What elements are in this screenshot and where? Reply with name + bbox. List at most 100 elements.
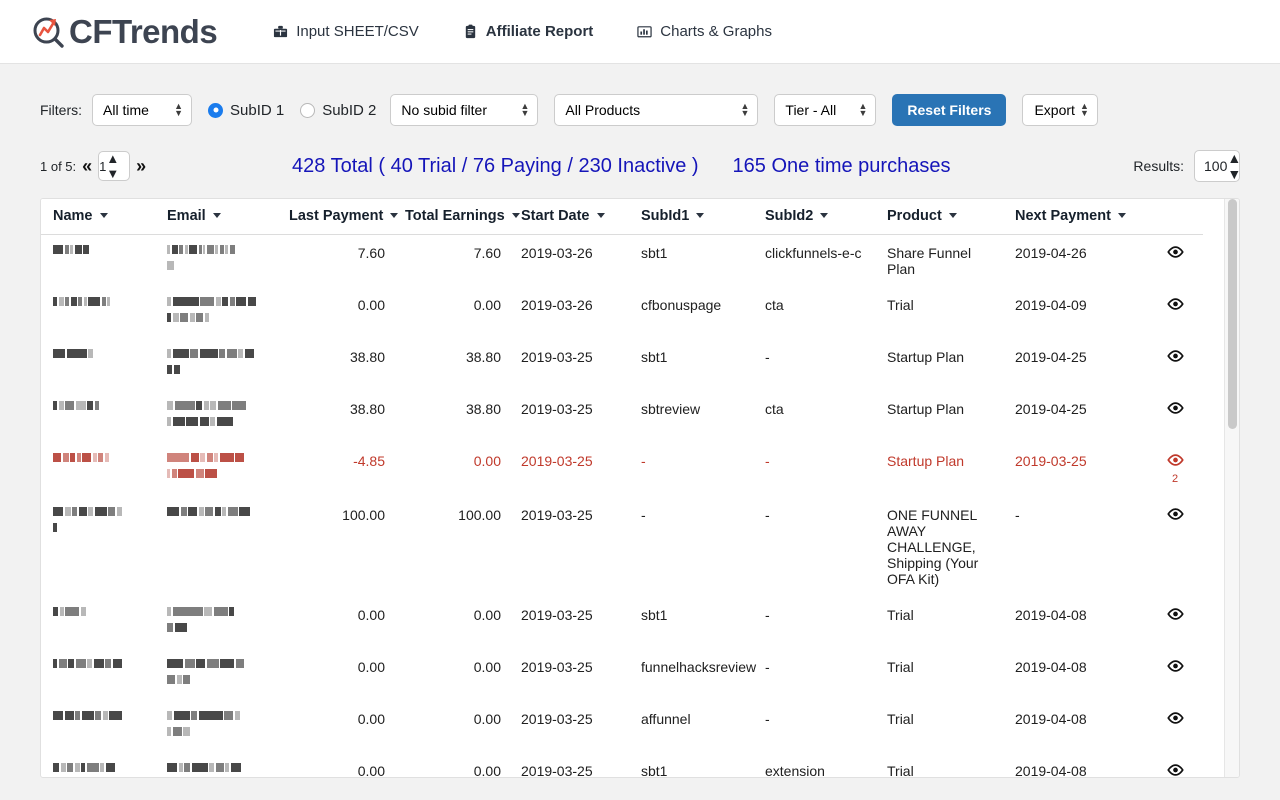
cell-actions[interactable] [1143,235,1203,288]
cell-next-payment: - [1015,507,1020,523]
nav-link-charts-graphs[interactable]: Charts & Graphs [615,23,794,40]
one-time-purchases-link[interactable]: 165 One time purchases [733,155,951,178]
redacted-block [53,453,61,462]
last-page-icon[interactable]: » [136,157,146,175]
cell-product: Trial [887,659,914,675]
eye-icon[interactable] [1166,508,1184,520]
col-header-subid1[interactable]: SubId1 [629,199,753,235]
brand-logo-link[interactable]: CFTrends [30,13,218,51]
table-row[interactable]: 38.80 38.80 2019-03-25 sbt1 - Startup Plan 201… [41,339,1203,391]
table-row[interactable]: 0.00 0.00 2019-03-25 sbt1 extension Trial 2019… [41,753,1203,777]
time-range-select[interactable]: All time [92,94,192,126]
col-header-subid2[interactable]: SubId2 [753,199,875,235]
col-header-email[interactable]: Email [155,199,277,235]
cell-total-earnings: 0.00 [473,607,501,623]
cell-actions[interactable] [1143,753,1203,777]
col-header-start-date[interactable]: Start Date [509,199,629,235]
nav-link-input-sheet-csv[interactable]: Input SHEET/CSV [251,23,441,40]
table-row[interactable]: -4.85 0.00 2019-03-25 - - Startup Plan 2019-03… [41,443,1203,497]
page-number-input[interactable]: 1 ▲ ▼ [98,151,131,181]
cell-actions[interactable] [1143,597,1203,649]
tier-filter-select[interactable]: Tier - All [774,94,877,126]
cell-total-earnings: 0.00 [473,453,501,469]
eye-icon[interactable] [1166,350,1184,362]
eye-icon[interactable] [1166,246,1184,258]
redacted-block [88,507,93,516]
nav-link-affiliate-report[interactable]: Affiliate Report [441,23,616,40]
eye-icon[interactable] [1166,402,1184,414]
radio-subid2[interactable]: SubID 2 [300,102,376,119]
chevron-down-icon[interactable] [696,212,705,218]
table-scrollbar-thumb[interactable] [1228,199,1237,429]
reset-filters-button[interactable]: Reset Filters [892,94,1007,126]
cell-actions[interactable] [1143,649,1203,701]
col-header-name[interactable]: Name [41,199,155,235]
cell-actions[interactable] [1143,339,1203,391]
spreadsheet-icon [273,24,288,39]
table-scrollbar[interactable] [1224,199,1239,777]
chevron-down-icon[interactable] [99,212,108,218]
eye-icon[interactable] [1166,764,1184,776]
chevron-down-icon[interactable] [390,212,399,218]
table-row[interactable]: 0.00 0.00 2019-03-25 affunnel - Trial 2019-04-… [41,701,1203,753]
cell-actions[interactable]: 2 [1143,443,1203,497]
table-row[interactable]: 100.00 100.00 2019-03-25 - - ONE FUNNEL AWAY … [41,497,1203,597]
table-row[interactable]: 7.60 7.60 2019-03-26 sbt1 clickfunnels-e-c Sh… [41,235,1203,288]
product-filter-select[interactable]: All Products [554,94,759,126]
redacted-block [179,245,183,254]
table-row[interactable]: 38.80 38.80 2019-03-25 sbtreview cta Startup … [41,391,1203,443]
col-header-next-payment[interactable]: Next Payment [1003,199,1143,235]
export-button[interactable]: Export [1022,94,1098,126]
cell-actions[interactable] [1143,701,1203,753]
table-row[interactable]: 0.00 0.00 2019-03-25 sbt1 - Trial 2019-04-08 [41,597,1203,649]
cell-actions[interactable] [1143,287,1203,339]
redacted-block [53,659,57,668]
radio-subid1[interactable]: SubID 1 [208,102,284,119]
cell-actions[interactable] [1143,391,1203,443]
redacted-block [70,453,75,462]
table-row[interactable]: 0.00 0.00 2019-03-26 cfbonuspage cta Trial 201… [41,287,1203,339]
cell-actions[interactable] [1143,497,1203,597]
subid-radio-group: SubID 1 SubID 2 [208,102,376,119]
redacted-block [198,245,202,254]
cell-email [155,287,277,339]
cell-name [41,235,155,288]
redacted-block [88,297,100,306]
cell-product: Trial [887,297,914,313]
redacted-email [167,507,269,523]
col-header-product[interactable]: Product [875,199,1003,235]
redacted-block [167,763,177,772]
eye-icon[interactable] [1166,454,1184,466]
redacted-block [220,659,234,668]
eye-icon[interactable] [1166,608,1184,620]
chevron-down-icon[interactable] [1117,212,1126,218]
results-per-page: Results: 100 ▲ ▼ [1133,150,1241,182]
chevron-down-icon[interactable] [212,212,221,218]
results-per-page-select[interactable]: 100 ▲ ▼ [1194,150,1241,182]
redacted-email [167,297,269,313]
redacted-block [74,245,82,254]
redacted-block [107,297,110,306]
chevron-down-icon[interactable] [511,212,520,218]
redacted-block [112,659,122,668]
subid-filter-select[interactable]: No subid filter [390,94,539,126]
cell-name [41,391,155,443]
chevron-down-icon[interactable] [820,212,829,218]
table-row[interactable]: 0.00 0.00 2019-03-25 funnelhacksreview - Tria… [41,649,1203,701]
eye-icon[interactable] [1166,660,1184,672]
redacted-block [94,507,107,516]
first-page-icon[interactable]: « [82,157,92,175]
total-counts-link[interactable]: 428 Total ( 40 Trial / 76 Paying / 230 I… [292,155,699,178]
eye-icon[interactable] [1166,712,1184,724]
redacted-block [219,349,225,358]
col-header-last-payment[interactable]: Last Payment [277,199,399,235]
eye-icon[interactable] [1166,298,1184,310]
redacted-block [167,245,170,254]
chevron-down-icon[interactable] [948,212,957,218]
chevron-down-icon[interactable] [596,212,605,218]
col-header-total-earnings[interactable]: Total Earnings [393,199,520,235]
redacted-block [167,727,171,736]
radio-subid2-label: SubID 2 [322,101,377,119]
cell-start-date: 2019-03-25 [521,659,593,675]
cell-last-payment: -4.85 [353,453,385,469]
